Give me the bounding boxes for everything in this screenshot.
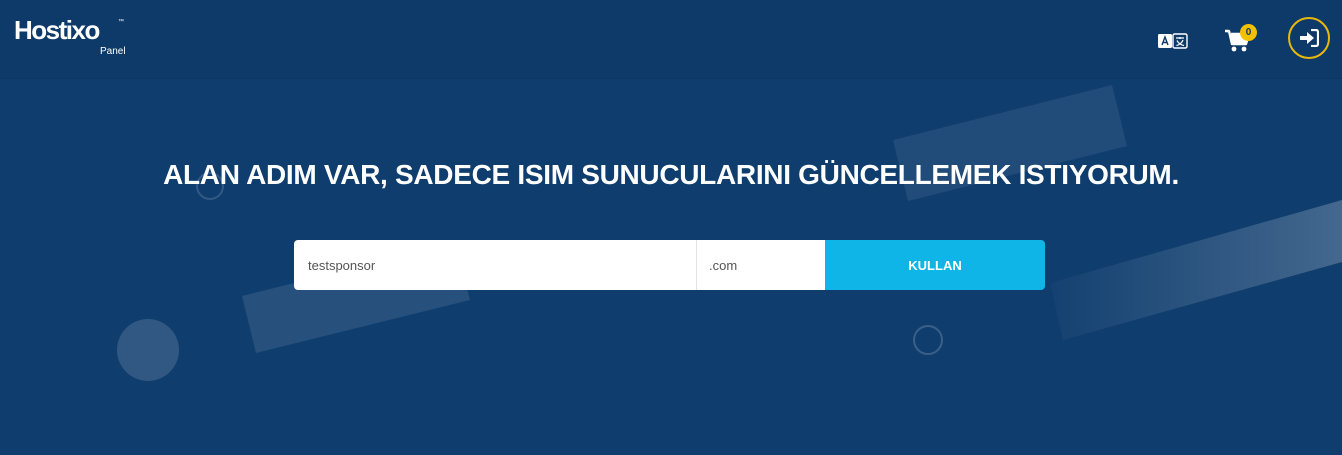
login-button[interactable]: [1288, 17, 1330, 59]
logo-wordmark: Hostixo: [14, 15, 100, 45]
sign-in-icon: [1300, 29, 1319, 47]
domain-search-form: .com KULLAN: [294, 240, 1045, 290]
page-title: ALAN ADIM VAR, SADECE ISIM SUNUCULARINI …: [163, 159, 1179, 190]
deco-circle-ring-2: [913, 325, 943, 355]
logo-trademark: ™: [118, 19, 124, 25]
use-button[interactable]: KULLAN: [825, 240, 1045, 290]
language-button[interactable]: [1158, 33, 1188, 49]
tld-selected-value: .com: [709, 257, 738, 273]
translate-icon: [1158, 33, 1188, 49]
tld-select[interactable]: .com: [696, 240, 825, 290]
deco-stripe-right: [1050, 200, 1342, 340]
top-header: Hostixo ™ Panel 0: [0, 0, 1342, 78]
logo-subtitle: Panel: [100, 46, 126, 57]
domain-input[interactable]: [294, 240, 696, 290]
brand-logo[interactable]: Hostixo ™ Panel: [14, 15, 126, 62]
deco-circle-filled: [117, 319, 179, 381]
cart-count-badge: 0: [1240, 24, 1257, 41]
